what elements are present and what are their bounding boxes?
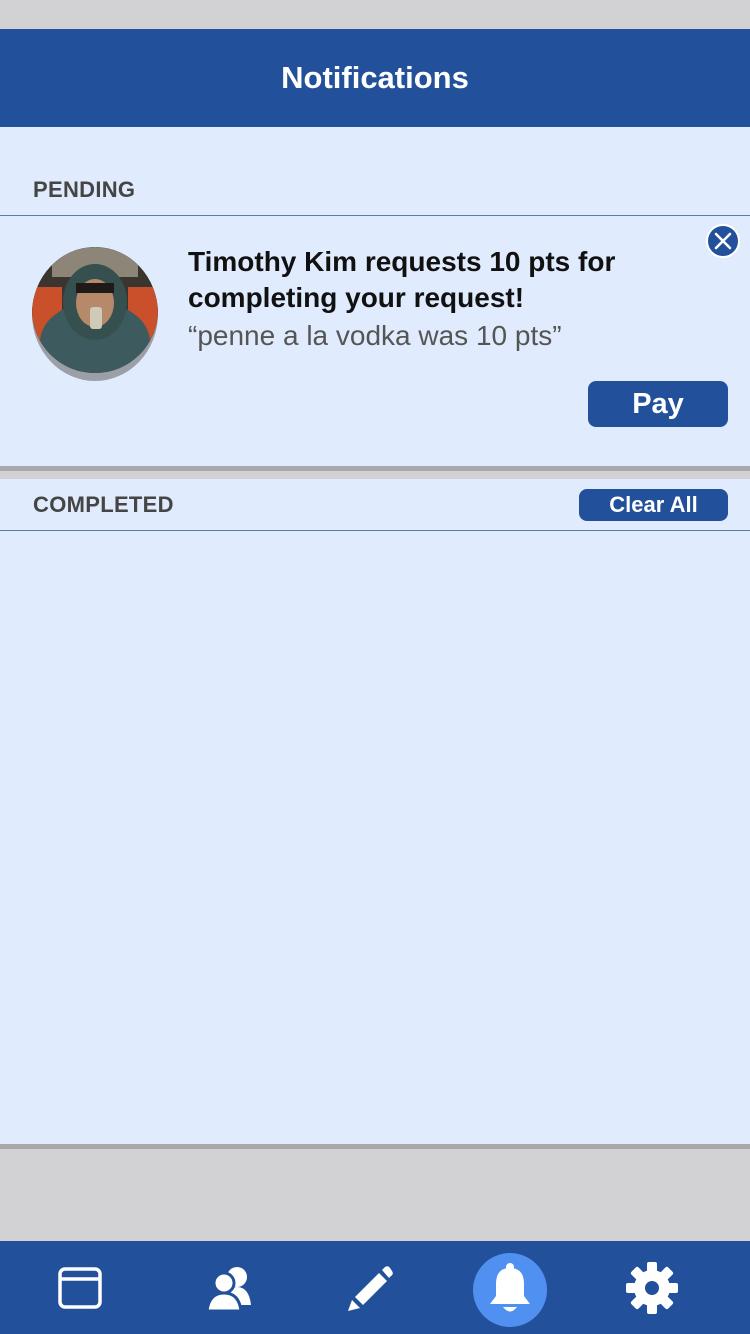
clear-all-button[interactable]: Clear All: [579, 489, 728, 521]
avatar: [32, 247, 158, 381]
bottom-spacer: [0, 1149, 750, 1241]
close-icon: [714, 232, 732, 250]
pay-button[interactable]: Pay: [588, 381, 728, 427]
page-title: Notifications: [281, 60, 469, 95]
gear-icon: [626, 1261, 678, 1314]
completed-label: COMPLETED: [33, 492, 174, 517]
status-bar: [0, 0, 750, 29]
tab-home[interactable]: [20, 1241, 140, 1334]
browser-window-icon: [58, 1266, 102, 1309]
nav-bar: Notifications: [0, 29, 750, 127]
request-title: Timothy Kim requests 10 pts for completi…: [188, 246, 616, 313]
section-gap: [0, 471, 750, 479]
tab-friends[interactable]: [170, 1241, 290, 1334]
pending-section-header: PENDING: [0, 127, 750, 216]
users-icon: [205, 1266, 251, 1311]
request-quote: “penne a la vodka was 10 pts”: [188, 320, 562, 351]
bell-icon: [490, 1262, 530, 1311]
pending-label: PENDING: [33, 177, 136, 202]
tab-notifications[interactable]: [450, 1241, 570, 1334]
tab-compose[interactable]: [310, 1241, 430, 1334]
pencil-icon: [348, 1265, 393, 1311]
tab-settings[interactable]: [592, 1241, 712, 1334]
dismiss-button[interactable]: [706, 224, 740, 258]
